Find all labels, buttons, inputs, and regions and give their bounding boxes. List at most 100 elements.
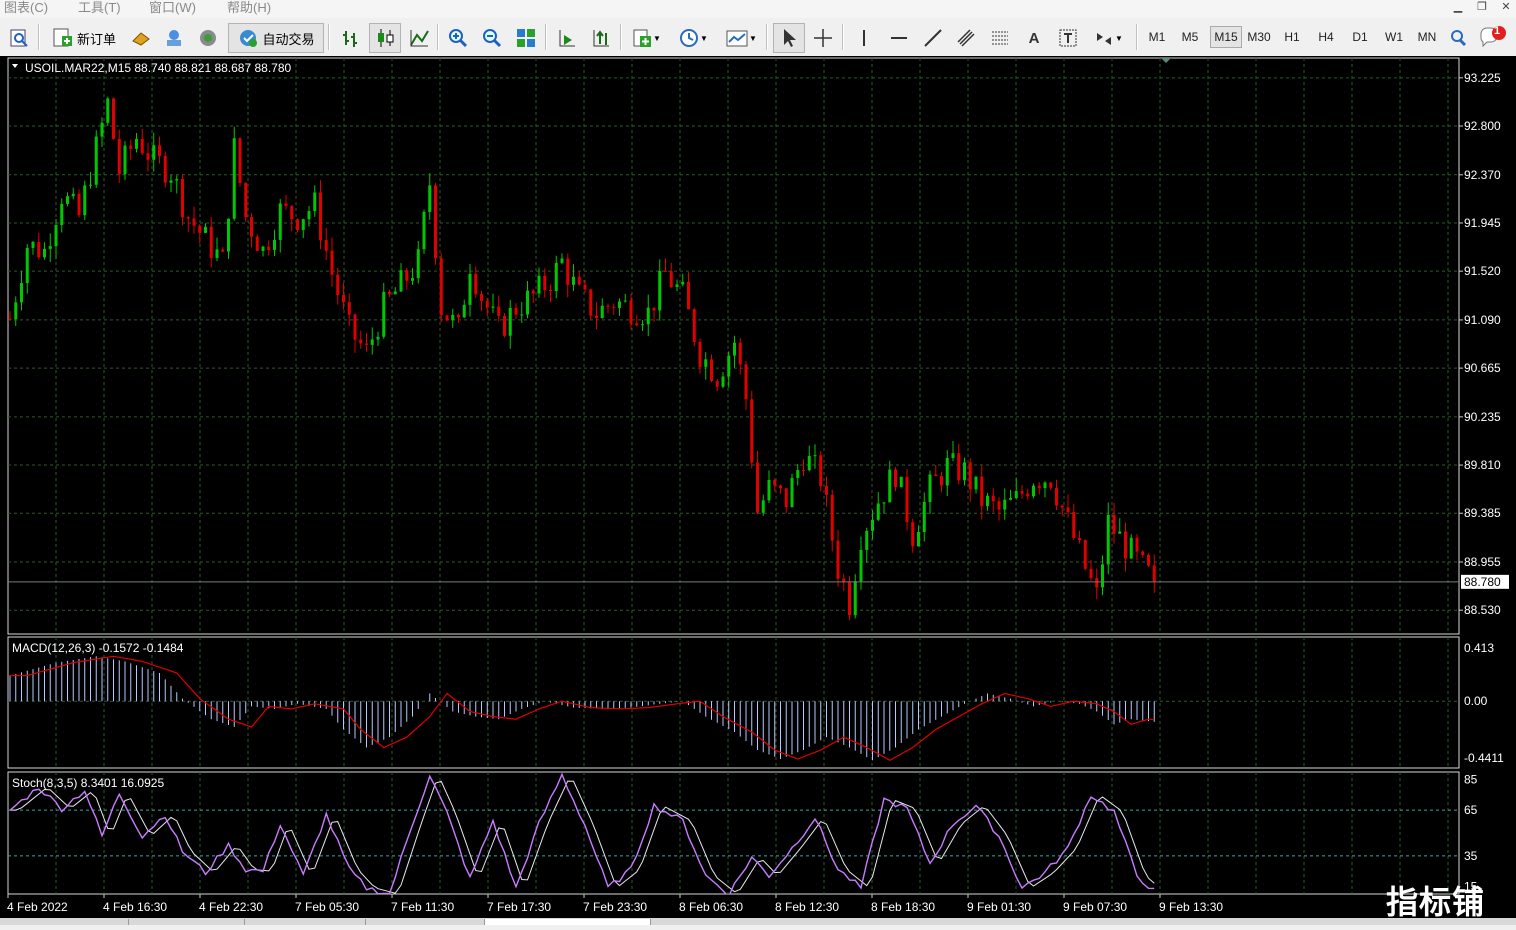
fibonacci-icon (992, 31, 1008, 45)
menu-chart[interactable]: 图表(C) (4, 0, 48, 16)
auto-scroll-button[interactable] (552, 23, 582, 53)
crosshair-button[interactable] (808, 23, 838, 53)
vertical-line-button[interactable] (850, 23, 878, 53)
candle-body (727, 355, 731, 377)
candle-body (905, 476, 909, 523)
candle-body (1043, 482, 1047, 489)
trendline-button[interactable] (918, 23, 948, 53)
candle-body (629, 300, 633, 324)
chart-shift-button[interactable] (586, 23, 616, 53)
chart-tab[interactable] (128, 919, 244, 925)
chart-tab[interactable] (365, 919, 484, 925)
minimize-icon[interactable]: ▁ (1446, 0, 1470, 16)
macd-signal-line (10, 655, 1155, 761)
cursor-button[interactable] (773, 23, 805, 53)
price-label: 92.800 (1464, 119, 1501, 133)
tile-windows-button[interactable] (511, 23, 541, 53)
candle-body (922, 501, 926, 533)
candle-body (704, 359, 708, 367)
new-order-button[interactable]: 新订单 (44, 23, 124, 53)
menu-tools[interactable]: 工具(T) (78, 0, 121, 16)
zoom-out-button[interactable] (477, 23, 507, 53)
candle-body (54, 225, 58, 247)
trendline-icon (924, 29, 942, 47)
chart-tab-active[interactable] (484, 919, 650, 925)
candle-body (606, 305, 610, 307)
print-preview-button[interactable] (4, 23, 34, 53)
timeframe-mn[interactable]: MN (1414, 27, 1440, 47)
tile-windows-icon (517, 29, 535, 47)
macd-level-label: 0.413 (1464, 641, 1494, 655)
chart-canvas[interactable]: 93.225 92.800 92.370 91.945 91.520 91.090 90.6… (0, 56, 1516, 925)
candle-body (336, 274, 340, 296)
candle-body (129, 145, 133, 149)
market-watch-button[interactable] (127, 23, 155, 53)
notification-badge: 1 (1494, 25, 1501, 37)
timeframe-h1[interactable]: H1 (1278, 27, 1306, 47)
timeframe-m5[interactable]: M5 (1176, 27, 1204, 47)
timeframe-m15[interactable]: M15 (1210, 26, 1242, 48)
candle-body (802, 470, 805, 472)
chart-shift-marker (1161, 58, 1171, 63)
price-label: 88.530 (1464, 603, 1501, 617)
line-chart-button[interactable] (404, 23, 434, 53)
templates-button[interactable]: ▼ (720, 23, 762, 53)
arrows-button[interactable]: ▼ (1087, 23, 1129, 53)
candle-body (715, 380, 719, 387)
candle-body (560, 258, 564, 263)
candle-body (934, 474, 938, 477)
candle-body (123, 145, 127, 175)
candle-body (554, 262, 558, 292)
chevron-down-icon (12, 64, 18, 68)
search-button[interactable] (1444, 23, 1472, 53)
timeframe-h4[interactable]: H4 (1312, 27, 1340, 47)
timeframe-d1[interactable]: D1 (1346, 27, 1374, 47)
close-icon[interactable]: ✕ (1494, 0, 1516, 16)
candle-body (382, 291, 386, 337)
bar-chart-button[interactable] (336, 23, 366, 53)
notifications-button[interactable]: 1 (1476, 23, 1510, 53)
timeframe-m1[interactable]: M1 (1143, 27, 1171, 47)
candle-body (641, 324, 644, 326)
candle-body (508, 307, 512, 336)
restore-icon[interactable]: ❐ (1470, 0, 1494, 16)
menu-help[interactable]: 帮助(H) (227, 0, 271, 16)
periods-button[interactable]: ▼ (672, 23, 714, 53)
candle-body (669, 271, 673, 288)
data-window-button[interactable] (160, 23, 188, 53)
candle-body (1032, 485, 1035, 497)
candle-body (537, 275, 541, 294)
indicators-button[interactable]: ▼ (626, 23, 666, 53)
menu-window[interactable]: 窗口(W) (149, 0, 196, 16)
candle-body (347, 302, 351, 315)
chart-tab[interactable] (244, 919, 365, 925)
candle-body (353, 314, 357, 340)
candle-body (48, 246, 52, 249)
timeframe-w1[interactable]: W1 (1380, 27, 1408, 47)
candle-body (819, 455, 823, 487)
price-label: 89.810 (1464, 458, 1501, 472)
chart-window[interactable]: 93.225 92.800 92.370 91.945 91.520 91.090 90.6… (0, 56, 1516, 925)
chart-tab[interactable] (650, 919, 796, 925)
candle-body (681, 281, 685, 285)
candle-body (416, 249, 420, 279)
candle-body (112, 98, 115, 139)
candle-body (468, 273, 472, 305)
candle-body (830, 494, 834, 541)
candle-body (1009, 498, 1012, 500)
signals-button[interactable] (194, 23, 222, 53)
horizontal-line-button[interactable] (884, 23, 914, 53)
timeframe-m30[interactable]: M30 (1244, 27, 1274, 47)
pane-border (7, 771, 1460, 895)
time-label: 7 Feb 05:30 (295, 900, 359, 914)
candle-body (1066, 507, 1070, 513)
candlestick-button[interactable] (369, 23, 401, 53)
zoom-in-button[interactable] (443, 23, 473, 53)
auto-trade-button[interactable]: 自动交易 (228, 23, 324, 53)
text-label-button[interactable] (1053, 23, 1083, 53)
equidistant-channel-button[interactable] (951, 23, 981, 53)
candle-body (393, 291, 397, 295)
candle-body (790, 477, 794, 508)
fibonacci-button[interactable] (985, 23, 1015, 53)
text-button[interactable]: A (1020, 23, 1048, 53)
